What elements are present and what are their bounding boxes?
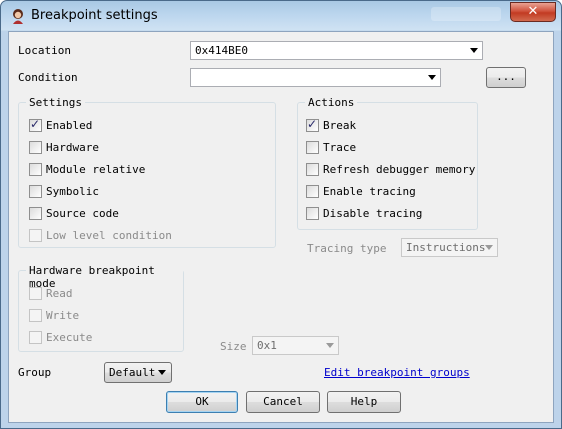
checkbox-label[interactable]: Symbolic xyxy=(46,185,99,198)
checkbox-box xyxy=(29,287,42,300)
checkbox-box[interactable] xyxy=(306,185,319,198)
checkbox-box xyxy=(29,229,42,242)
checkbox-box[interactable]: ✓ xyxy=(306,117,319,132)
window-title: Breakpoint settings xyxy=(31,8,158,23)
help-button[interactable]: Help xyxy=(327,391,401,413)
ok-button[interactable]: OK xyxy=(166,391,238,413)
checkbox-box[interactable] xyxy=(29,185,42,198)
actions-legend: Actions xyxy=(305,96,358,109)
checkbox-label: Low level condition xyxy=(46,229,172,242)
checkbox-label[interactable]: Disable tracing xyxy=(323,207,422,220)
checkbox-label[interactable]: Enabled xyxy=(46,119,92,132)
check-mark-icon: ✓ xyxy=(30,117,41,131)
checkbox-label[interactable]: Hardware xyxy=(46,141,99,154)
tracing-type-value: Instructions xyxy=(406,241,486,254)
condition-combobox[interactable] xyxy=(190,68,441,87)
location-value: 0x414BE0 xyxy=(195,44,248,57)
checkbox-label[interactable]: Source code xyxy=(46,207,119,220)
group-label: Group xyxy=(18,366,52,379)
chevron-down-icon[interactable] xyxy=(470,48,478,53)
checkbox-label[interactable]: Module relative xyxy=(46,163,145,176)
checkbox-label[interactable]: Refresh debugger memory xyxy=(323,163,475,176)
breakpoint-settings-window: Breakpoint settings ✕ Location 0x414BE0 … xyxy=(0,0,562,429)
chevron-down-icon xyxy=(485,245,493,250)
size-combobox: 0x1 xyxy=(252,336,339,355)
edit-breakpoint-groups-link[interactable]: Edit breakpoint groups xyxy=(324,366,470,379)
chevron-down-icon[interactable] xyxy=(158,370,166,375)
checkbox-box[interactable] xyxy=(29,207,42,220)
size-value: 0x1 xyxy=(257,339,277,352)
group-dropdown[interactable]: Default xyxy=(104,362,172,383)
checkbox-label[interactable]: Trace xyxy=(323,141,356,154)
checkbox-label: Execute xyxy=(46,331,93,344)
chevron-down-icon xyxy=(326,343,334,348)
hardware-breakpoint-mode-group: Hardware breakpoint mode xyxy=(18,264,184,352)
checkbox-box[interactable]: ✓ xyxy=(29,117,42,132)
title-bar-highlight xyxy=(431,7,501,21)
checkbox-box[interactable] xyxy=(29,141,42,154)
checkbox-box xyxy=(29,309,42,322)
close-icon: ✕ xyxy=(527,4,539,19)
close-button[interactable]: ✕ xyxy=(510,2,556,22)
checkbox-box[interactable] xyxy=(29,163,42,176)
chevron-down-icon[interactable] xyxy=(428,75,436,80)
checkbox-label: Write xyxy=(46,309,80,322)
checkbox-box[interactable] xyxy=(306,141,319,154)
tracing-type-label: Tracing type xyxy=(307,242,387,255)
location-label: Location xyxy=(18,44,71,57)
checkbox-box[interactable] xyxy=(306,163,319,176)
debugger-app-icon xyxy=(13,9,23,24)
size-label: Size xyxy=(220,340,247,353)
settings-legend: Settings xyxy=(26,96,85,109)
checkbox-label[interactable]: Break xyxy=(323,119,356,132)
title-bar[interactable]: Breakpoint settings ✕ xyxy=(1,1,561,31)
checkbox-box[interactable] xyxy=(306,207,319,220)
dialog-client-area: Location 0x414BE0 Condition ... Settings… xyxy=(8,31,554,423)
condition-label: Condition xyxy=(18,71,78,84)
condition-browse-button[interactable]: ... xyxy=(486,67,526,88)
checkbox-box xyxy=(29,331,42,344)
tracing-type-combobox: Instructions xyxy=(401,238,498,257)
check-mark-icon: ✓ xyxy=(307,117,318,131)
cancel-button[interactable]: Cancel xyxy=(246,391,320,413)
location-combobox[interactable]: 0x414BE0 xyxy=(190,41,483,60)
checkbox-label[interactable]: Enable tracing xyxy=(323,185,416,198)
group-value: Default xyxy=(109,366,156,379)
checkbox-label: Read xyxy=(46,287,73,300)
